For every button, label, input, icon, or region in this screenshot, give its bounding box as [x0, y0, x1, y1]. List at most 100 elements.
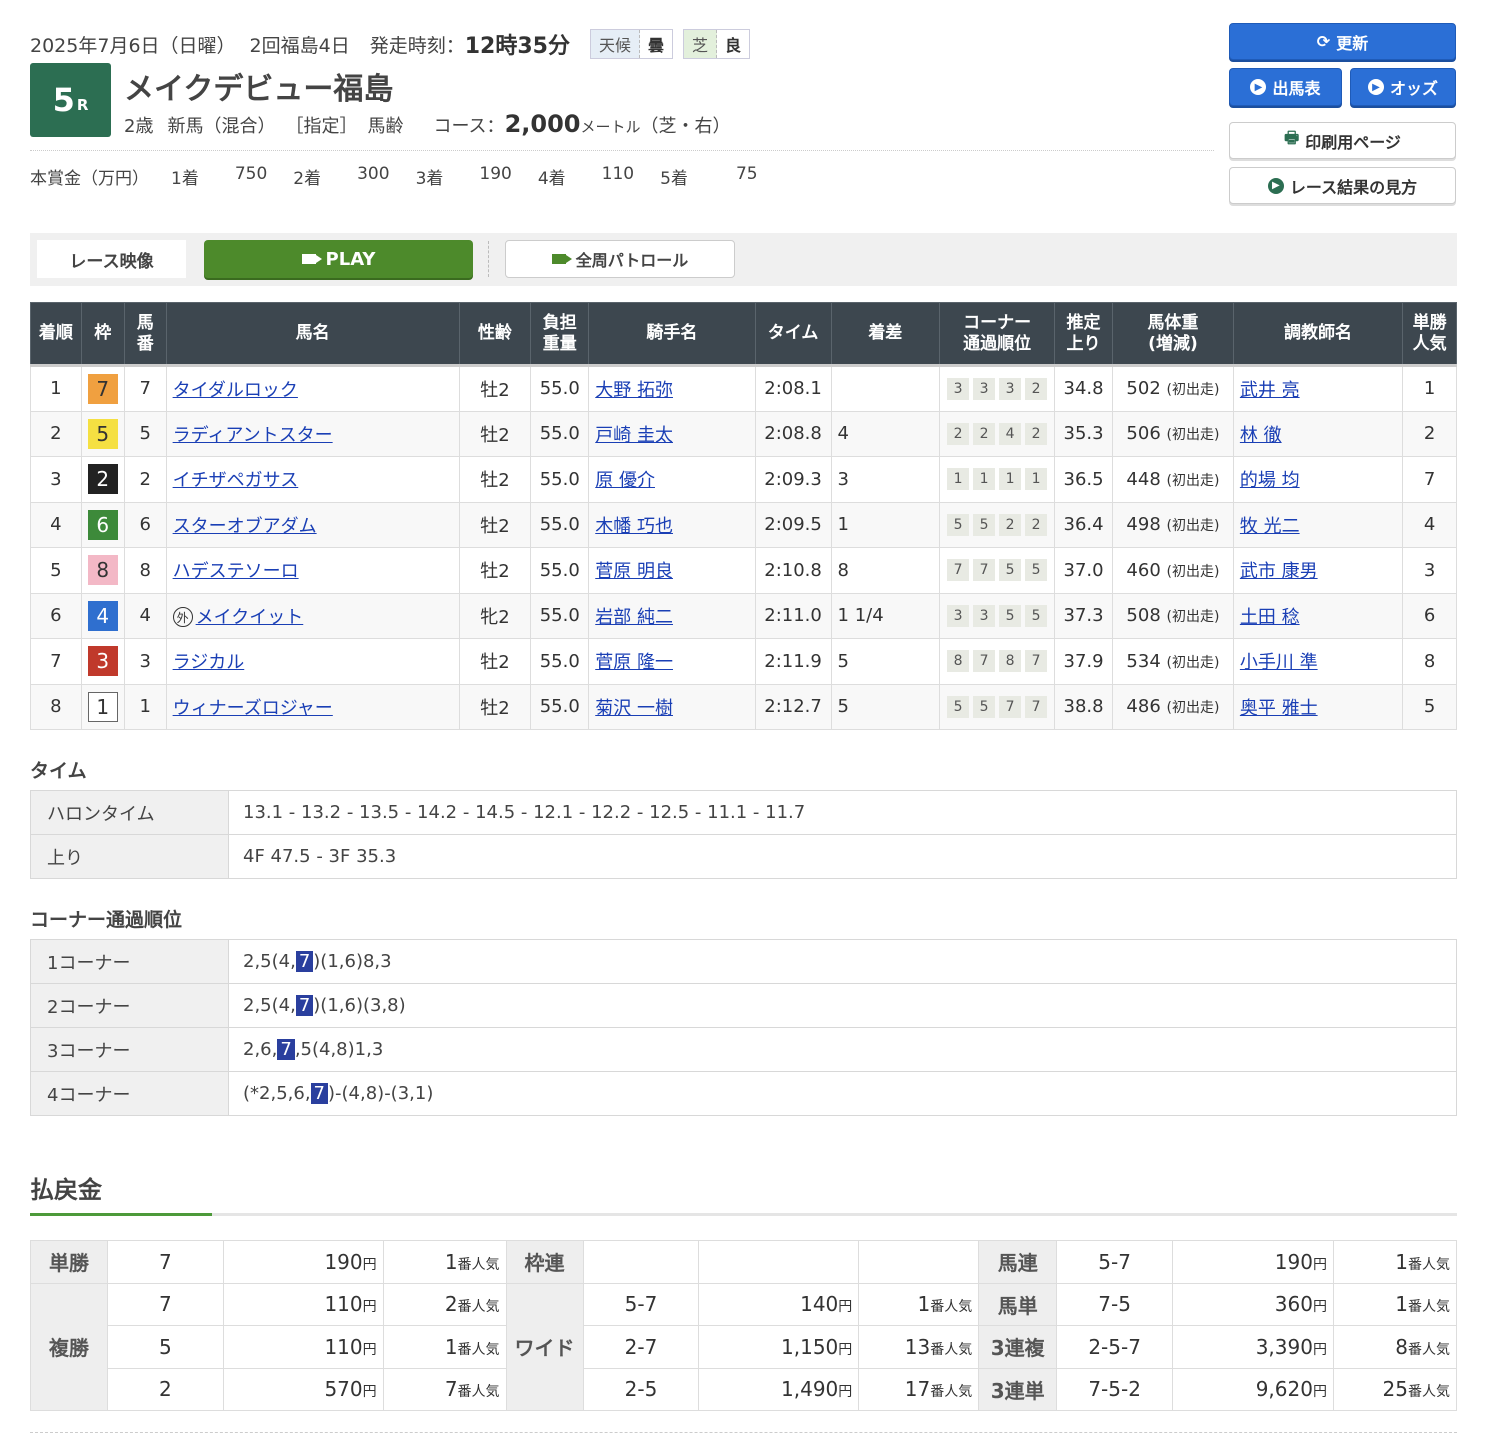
corner-position: 5: [1025, 604, 1048, 627]
corner-position: 3: [973, 377, 996, 400]
patrol-video-button[interactable]: 全周パトロール: [505, 240, 735, 278]
tansho-label: 単勝: [30, 1240, 108, 1284]
waku-badge: 1: [87, 691, 118, 722]
result-guide-button[interactable]: ▶ レース結果の見方: [1229, 167, 1456, 204]
jockey-link[interactable]: 戸崎 圭太: [595, 425, 673, 446]
horse-name-link[interactable]: イチザペガサス: [173, 470, 299, 491]
sex-age: 牡2: [458, 638, 532, 685]
umaban: 8: [123, 547, 167, 594]
weight-diff: (初出走): [1166, 472, 1220, 489]
jockey-link[interactable]: 原 優介: [595, 470, 655, 491]
corner-position: 5: [973, 695, 996, 718]
payout-amount: 110: [324, 1334, 363, 1359]
corner-positions: 5522: [946, 513, 1048, 536]
burden-weight: 55.0: [530, 365, 590, 412]
last-3f: 37.3: [1054, 592, 1114, 639]
jockey-link[interactable]: 岩部 純二: [595, 607, 673, 628]
col-corner: コーナー 通過順位: [939, 302, 1056, 367]
divider-accent: [30, 1213, 212, 1216]
trainer-link[interactable]: 奥平 雅士: [1240, 698, 1318, 719]
sex-age: 牝2: [458, 592, 532, 639]
entries-button[interactable]: ▶ 出馬表: [1229, 68, 1342, 106]
payout-amount: 1,490: [781, 1377, 839, 1402]
payout-popularity: 25: [1382, 1377, 1408, 1402]
horse-name-link[interactable]: ハデステソーロ: [173, 561, 299, 582]
corner-position: 1: [973, 468, 996, 491]
corner-table: 1コーナー 2,5(4, 7)(1,6)8,3 2コーナー 2,5(4, 7)(1,…: [30, 939, 1457, 1116]
col-popularity: 単勝 人気: [1402, 302, 1457, 367]
col-burden: 負担 重量: [530, 302, 590, 367]
rank: 6: [30, 592, 82, 639]
last-3f: 38.8: [1054, 683, 1114, 730]
corner-positions: 7755: [946, 559, 1048, 582]
weight-diff: (初出走): [1166, 609, 1220, 626]
highlighted-horse: 7: [310, 1083, 328, 1104]
corner-position: 7: [947, 559, 970, 582]
jockey-link[interactable]: 大野 拓弥: [595, 380, 673, 401]
jockey-link[interactable]: 木幡 巧也: [595, 516, 673, 537]
horse-weight: 508: [1126, 605, 1161, 627]
trainer-link[interactable]: 的場 均: [1240, 470, 1300, 491]
last-3f: 36.5: [1054, 456, 1114, 503]
divider: [30, 1432, 1457, 1433]
burden-weight: 55.0: [530, 547, 590, 594]
last-3f: 35.3: [1054, 410, 1114, 457]
horse-name-link[interactable]: タイダルロック: [173, 380, 298, 401]
track-label: 芝: [684, 30, 718, 58]
race-date: 2025年7月6日（日曜）: [30, 34, 236, 57]
payout-popularity: 1: [444, 1249, 458, 1274]
jockey-link[interactable]: 菅原 隆一: [595, 652, 673, 673]
popularity: 7: [1402, 456, 1457, 503]
trainer-link[interactable]: 武井 亮: [1240, 380, 1300, 401]
corner-position: 3: [973, 604, 996, 627]
weight-diff: (初出走): [1166, 700, 1220, 717]
trainer-link[interactable]: 武市 康男: [1240, 561, 1318, 582]
horse-name-link[interactable]: ウィナーズロジャー: [173, 698, 333, 719]
payout-amount: 570: [324, 1377, 363, 1402]
horse-name-link[interactable]: ラディアントスター: [173, 425, 333, 446]
table-row: 8 1 1 ウィナーズロジャー 牡2 55.0 菊沢 一樹 2:12.7 5 5…: [30, 683, 1457, 730]
finish-time: 2:11.0: [754, 592, 832, 639]
rank: 2: [30, 410, 82, 457]
corner-position: 1: [999, 468, 1022, 491]
sex-age: 牡2: [458, 410, 532, 457]
table-row: 5 8 8 ハデステソーロ 牡2 55.0 菅原 明良 2:10.8 8 775…: [30, 547, 1457, 594]
trainer-link[interactable]: 牧 光二: [1240, 516, 1300, 537]
trainer-link[interactable]: 林 徹: [1240, 425, 1282, 446]
horse-name-link[interactable]: ラジカル: [173, 652, 245, 673]
col-waku: 枠: [80, 302, 125, 367]
corner-position: 7: [973, 650, 996, 673]
payout-amount: 190: [324, 1249, 363, 1274]
jockey-link[interactable]: 菊沢 一樹: [595, 698, 673, 719]
payout-popularity: 1: [1395, 1292, 1408, 1317]
foreign-mark-icon: 外: [172, 607, 193, 628]
corner-position: 3: [947, 604, 970, 627]
rank: 4: [30, 501, 82, 548]
horse-name-link[interactable]: スターオブアダム: [173, 516, 317, 537]
refresh-icon: ⟳: [1316, 32, 1331, 51]
print-page-button[interactable]: 🖶 印刷用ページ: [1229, 122, 1456, 159]
refresh-button[interactable]: ⟳ 更新: [1229, 23, 1456, 60]
odds-button[interactable]: ▶ オッズ: [1350, 68, 1456, 106]
finish-time: 2:09.3: [754, 456, 832, 503]
trainer-link[interactable]: 土田 稔: [1240, 607, 1300, 628]
col-umaban: 馬番: [123, 302, 167, 367]
burden-weight: 55.0: [530, 501, 590, 548]
burden-weight: 55.0: [530, 592, 590, 639]
bet-type-label: 3連複: [978, 1325, 1058, 1369]
payout-amount: 140: [800, 1292, 839, 1317]
weather-label: 天候: [590, 30, 640, 58]
corner-position: 2: [1025, 513, 1048, 536]
margin: 3: [830, 456, 941, 503]
corner-position: 7: [999, 695, 1022, 718]
weather-value: 曇: [639, 30, 672, 58]
play-button[interactable]: PLAY: [204, 240, 473, 278]
payout-popularity: 1: [917, 1292, 931, 1317]
col-trainer: 調教師名: [1232, 302, 1404, 367]
start-time: 12時35分: [464, 34, 570, 59]
trainer-link[interactable]: 小手川 準: [1240, 652, 1318, 673]
table-row: 1 7 7 タイダルロック 牡2 55.0 大野 拓弥 2:08.1 3332 …: [30, 365, 1457, 412]
rank: 7: [30, 638, 82, 685]
jockey-link[interactable]: 菅原 明良: [595, 561, 673, 582]
horse-name-link[interactable]: メイクイット: [196, 607, 304, 628]
